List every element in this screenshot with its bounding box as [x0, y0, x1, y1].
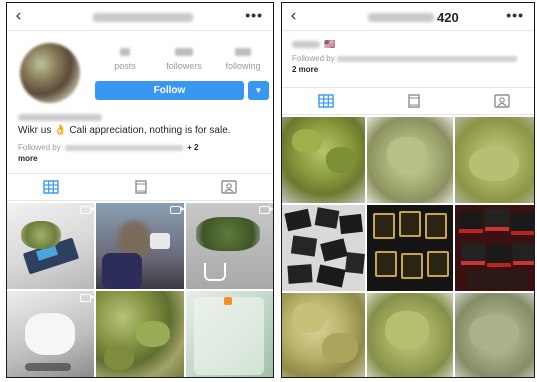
post-thumbnail[interactable]	[367, 293, 453, 377]
followers-count-redacted	[175, 48, 193, 56]
post-thumbnail[interactable]	[7, 203, 94, 289]
video-icon	[80, 294, 94, 302]
post-thumbnail[interactable]	[186, 291, 273, 377]
avatar[interactable]	[20, 43, 80, 103]
back-chevron-icon[interactable]: ‹	[15, 6, 22, 26]
post-thumbnail[interactable]	[282, 117, 365, 203]
display-name-redacted	[292, 41, 320, 48]
post-thumbnail[interactable]	[367, 205, 453, 291]
posts-count-redacted	[120, 48, 130, 56]
followed-by-more[interactable]: 2 more	[292, 65, 318, 74]
username-redacted	[93, 13, 193, 22]
posts-grid	[282, 117, 534, 377]
right-profile-screen: ‹ 420 ••• 🇺🇸 Followed by 2 more	[281, 2, 535, 378]
tagged-icon[interactable]	[494, 94, 510, 108]
profile-tabs	[7, 173, 273, 201]
post-thumbnail[interactable]	[7, 291, 94, 377]
followed-by-suffix: + 2	[187, 143, 199, 152]
tagged-icon[interactable]	[221, 180, 237, 194]
suggestions-dropdown-button[interactable]: ▼	[248, 81, 269, 100]
username-redacted	[368, 13, 434, 22]
video-icon	[80, 206, 94, 214]
grid-icon[interactable]	[43, 180, 59, 194]
followers-names-redacted	[336, 55, 517, 62]
post-thumbnail[interactable]	[367, 117, 453, 203]
post-thumbnail[interactable]	[282, 293, 365, 377]
stat-following[interactable]: following	[219, 48, 267, 71]
flag-emoji: 🇺🇸	[324, 39, 336, 49]
video-icon	[170, 206, 184, 214]
bio-text: Wikr us 👌 Cali appreciation, nothing is …	[18, 125, 231, 136]
post-thumbnail[interactable]	[186, 203, 273, 289]
following-count-redacted	[235, 48, 251, 56]
followers-names-redacted	[64, 144, 183, 151]
follow-button[interactable]: Follow	[95, 81, 244, 100]
back-chevron-icon[interactable]: ‹	[290, 6, 297, 26]
followed-by-prefix: Followed by	[292, 54, 335, 63]
stat-followers[interactable]: followers	[160, 48, 208, 71]
followed-by-prefix: Followed by	[18, 143, 61, 152]
feed-icon[interactable]	[406, 94, 422, 108]
display-name-redacted	[18, 114, 102, 121]
stat-posts[interactable]: posts	[101, 48, 149, 71]
stat-label: following	[225, 61, 261, 71]
followed-by-text[interactable]: Followed by	[292, 54, 517, 63]
grid-icon[interactable]	[318, 94, 334, 108]
post-thumbnail[interactable]	[455, 117, 534, 203]
more-options-icon[interactable]: •••	[506, 7, 524, 23]
post-thumbnail[interactable]	[455, 205, 534, 291]
video-icon	[259, 206, 273, 214]
profile-header: ‹ 420 •••	[282, 3, 534, 31]
post-thumbnail[interactable]	[282, 205, 365, 291]
post-thumbnail[interactable]	[96, 203, 184, 289]
post-thumbnail[interactable]	[96, 291, 184, 377]
post-thumbnail[interactable]	[455, 293, 534, 377]
followed-by-text[interactable]: Followed by + 2 more	[18, 142, 270, 164]
stat-label: posts	[114, 61, 136, 71]
profile-tabs	[282, 87, 534, 115]
stat-label: followers	[166, 61, 202, 71]
followed-by-more: more	[18, 154, 38, 163]
more-options-icon[interactable]: •••	[245, 7, 263, 23]
username-suffix: 420	[437, 10, 459, 25]
posts-grid	[7, 203, 273, 377]
left-profile-screen: ‹ ••• posts followers following Follow ▼…	[6, 2, 274, 378]
feed-icon[interactable]	[133, 180, 149, 194]
profile-header: ‹ •••	[7, 3, 273, 31]
